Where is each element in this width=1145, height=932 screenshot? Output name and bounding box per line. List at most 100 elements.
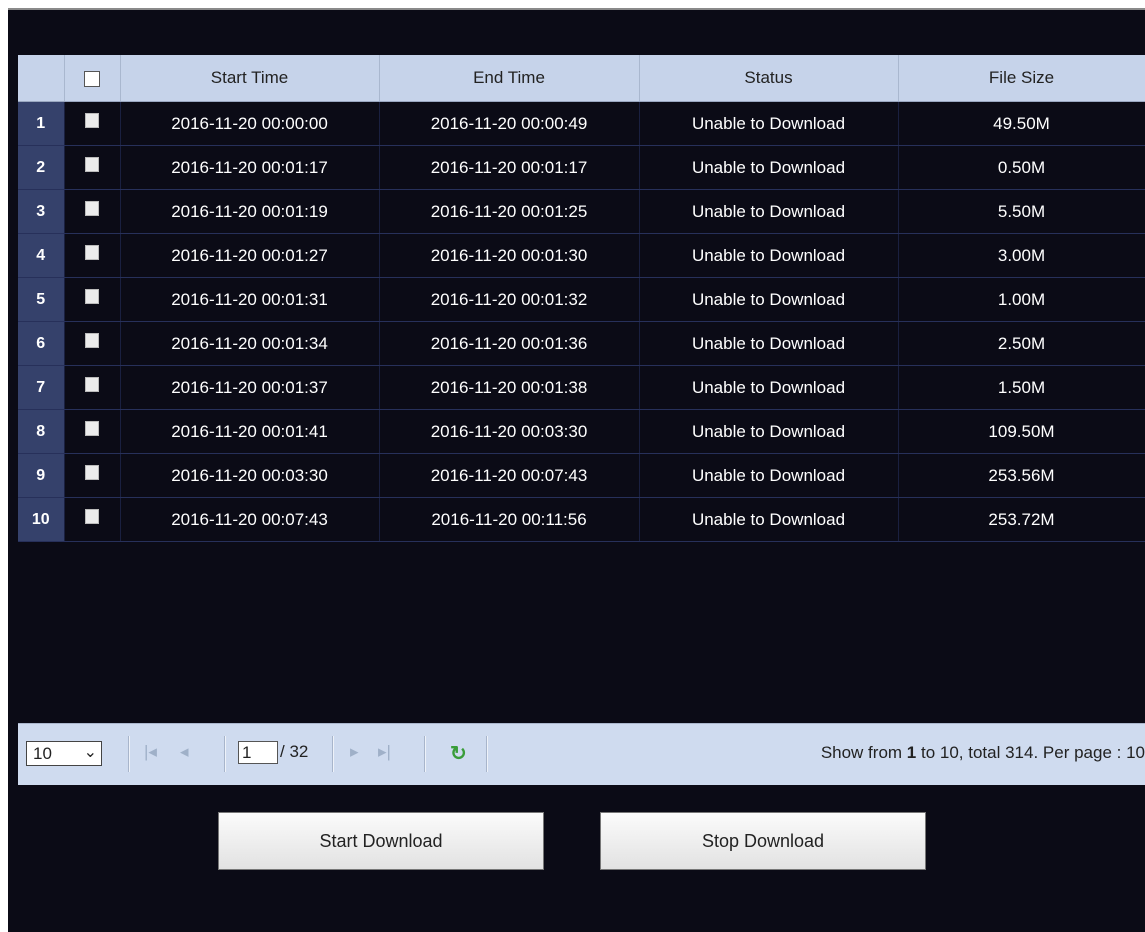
table-row[interactable]: 7 2016-11-20 00:01:37 2016-11-20 00:01:38 U… [18, 365, 1145, 410]
row-number-cell: 3 [18, 189, 65, 234]
file-size-cell: 49.50M [898, 101, 1145, 146]
file-size-cell: 253.56M [898, 453, 1145, 498]
row-checkbox[interactable] [85, 420, 99, 436]
pagination-info-prefix: Show from [820, 743, 907, 762]
row-number-header [18, 55, 65, 102]
start-time-cell: 2016-11-20 00:07:43 [120, 497, 380, 542]
previous-page-icon[interactable]: ◂ [180, 742, 189, 762]
start-download-button[interactable]: Start Download [218, 812, 544, 870]
row-number-cell: 5 [18, 277, 65, 322]
toolbar-divider [332, 736, 334, 772]
row-checkbox[interactable] [85, 332, 99, 348]
row-select-cell [64, 145, 121, 190]
refresh-icon[interactable]: ↻ [450, 741, 467, 766]
table-row[interactable]: 4 2016-11-20 00:01:27 2016-11-20 00:01:30 U… [18, 233, 1145, 278]
row-number-cell: 8 [18, 409, 65, 454]
end-time-cell: 2016-11-20 00:01:32 [379, 277, 640, 322]
start-time-header[interactable]: Start Time [120, 55, 380, 102]
download-panel: Start Time End Time Status File Size 1 20… [8, 8, 1145, 932]
toolbar-divider [424, 736, 426, 772]
next-page-icon[interactable]: ▸ [350, 742, 359, 762]
select-all-checkbox[interactable] [84, 70, 100, 87]
status-cell: Unable to Download [639, 101, 899, 146]
row-select-cell [64, 409, 121, 454]
end-time-cell: 2016-11-20 00:01:36 [379, 321, 640, 366]
row-checkbox[interactable] [85, 464, 99, 480]
table-body: 1 2016-11-20 00:00:00 2016-11-20 00:00:49 U… [18, 101, 1145, 542]
end-time-cell: 2016-11-20 00:01:17 [379, 145, 640, 190]
table-row[interactable]: 5 2016-11-20 00:01:31 2016-11-20 00:01:32 U… [18, 277, 1145, 322]
row-select-cell [64, 321, 121, 366]
recordings-table: Start Time End Time Status File Size 1 20… [18, 55, 1145, 542]
end-time-cell: 2016-11-20 00:01:25 [379, 189, 640, 234]
row-select-cell [64, 233, 121, 278]
file-size-cell: 1.00M [898, 277, 1145, 322]
row-checkbox[interactable] [85, 288, 99, 304]
table-row[interactable]: 9 2016-11-20 00:03:30 2016-11-20 00:07:43 U… [18, 453, 1145, 498]
pagination-toolbar: 10 ⌄ |◂ ◂ 1 / 32 ▸ ▸| ↻ Show from 1 to 1… [18, 723, 1145, 785]
pagination-info-from: 1 [906, 743, 917, 762]
table-row[interactable]: 3 2016-11-20 00:01:19 2016-11-20 00:01:25 U… [18, 189, 1145, 234]
row-number-cell: 9 [18, 453, 65, 498]
toolbar-divider [486, 736, 488, 772]
row-number-cell: 7 [18, 365, 65, 410]
status-cell: Unable to Download [639, 145, 899, 190]
start-time-cell: 2016-11-20 00:03:30 [120, 453, 380, 498]
file-size-cell: 0.50M [898, 145, 1145, 190]
file-size-cell: 3.00M [898, 233, 1145, 278]
first-page-icon[interactable]: |◂ [144, 742, 157, 762]
row-number-cell: 1 [18, 101, 65, 146]
per-page-select[interactable]: 10 ⌄ [26, 741, 102, 766]
status-cell: Unable to Download [639, 497, 899, 542]
end-time-cell: 2016-11-20 00:00:49 [379, 101, 640, 146]
page-total: / 32 [280, 742, 309, 761]
pagination-info-suffix: to 10, total 314. Per page : 10 [916, 743, 1145, 762]
row-checkbox[interactable] [85, 376, 99, 392]
row-number-cell: 6 [18, 321, 65, 366]
row-select-cell [64, 365, 121, 410]
start-time-cell: 2016-11-20 00:01:17 [120, 145, 380, 190]
status-cell: Unable to Download [639, 453, 899, 498]
end-time-cell: 2016-11-20 00:07:43 [379, 453, 640, 498]
row-checkbox[interactable] [85, 112, 99, 128]
row-checkbox[interactable] [85, 508, 99, 524]
toolbar-divider [128, 736, 130, 772]
row-select-cell [64, 101, 121, 146]
row-checkbox[interactable] [85, 244, 99, 260]
start-time-cell: 2016-11-20 00:00:00 [120, 101, 380, 146]
status-cell: Unable to Download [639, 321, 899, 366]
table-row[interactable]: 6 2016-11-20 00:01:34 2016-11-20 00:01:36 U… [18, 321, 1145, 366]
row-number-cell: 10 [18, 497, 65, 542]
status-header[interactable]: Status [639, 55, 899, 102]
select-all-header [64, 55, 121, 102]
table-row[interactable]: 10 2016-11-20 00:07:43 2016-11-20 00:11:56… [18, 497, 1145, 542]
file-size-cell: 253.72M [898, 497, 1145, 542]
row-number-cell: 4 [18, 233, 65, 278]
file-size-header[interactable]: File Size [898, 55, 1145, 102]
status-cell: Unable to Download [639, 189, 899, 234]
row-checkbox[interactable] [85, 200, 99, 216]
table-row[interactable]: 1 2016-11-20 00:00:00 2016-11-20 00:00:49 U… [18, 101, 1145, 146]
start-time-cell: 2016-11-20 00:01:19 [120, 189, 380, 234]
file-size-cell: 2.50M [898, 321, 1145, 366]
page-number-input[interactable]: 1 [238, 741, 278, 764]
toolbar-divider [224, 736, 226, 772]
table-row[interactable]: 2 2016-11-20 00:01:17 2016-11-20 00:01:17 U… [18, 145, 1145, 190]
end-time-cell: 2016-11-20 00:11:56 [379, 497, 640, 542]
start-time-cell: 2016-11-20 00:01:37 [120, 365, 380, 410]
chevron-down-icon: ⌄ [83, 744, 97, 761]
end-time-cell: 2016-11-20 00:03:30 [379, 409, 640, 454]
stop-download-button[interactable]: Stop Download [600, 812, 926, 870]
file-size-cell: 5.50M [898, 189, 1145, 234]
table-header-row: Start Time End Time Status File Size [18, 55, 1145, 102]
table-row[interactable]: 8 2016-11-20 00:01:41 2016-11-20 00:03:30 U… [18, 409, 1145, 454]
file-size-cell: 109.50M [898, 409, 1145, 454]
status-cell: Unable to Download [639, 365, 899, 410]
status-cell: Unable to Download [639, 409, 899, 454]
start-time-cell: 2016-11-20 00:01:31 [120, 277, 380, 322]
start-time-cell: 2016-11-20 00:01:41 [120, 409, 380, 454]
row-select-cell [64, 277, 121, 322]
row-checkbox[interactable] [85, 156, 99, 172]
last-page-icon[interactable]: ▸| [378, 742, 391, 762]
end-time-header[interactable]: End Time [379, 55, 640, 102]
